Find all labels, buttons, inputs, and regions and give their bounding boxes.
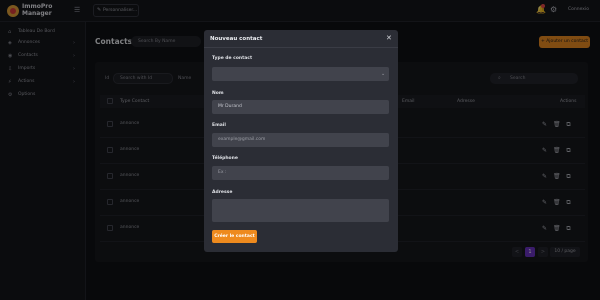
name-label: Nom	[212, 91, 224, 96]
close-icon[interactable]: ✕	[386, 34, 392, 42]
address-label: Adresse	[212, 190, 233, 195]
phone-label: Téléphone	[212, 156, 238, 161]
contact-type-select[interactable]: ⌄	[212, 67, 389, 81]
create-contact-button[interactable]: Créer le contact	[212, 230, 257, 243]
email-field[interactable]: example@gmail.com	[212, 133, 389, 147]
address-textarea[interactable]	[212, 199, 389, 222]
phone-field[interactable]: Ex :	[212, 166, 389, 180]
email-label: Email	[212, 123, 226, 128]
modal-title: Nouveau contact	[210, 36, 263, 42]
contact-type-label: Type de contact	[212, 56, 253, 61]
chevron-down-icon: ⌄	[381, 71, 386, 77]
new-contact-modal: Nouveau contact ✕ Type de contact ⌄ Nom …	[204, 30, 398, 252]
name-field[interactable]: Mr Durand	[212, 100, 389, 114]
modal-divider	[204, 47, 398, 48]
